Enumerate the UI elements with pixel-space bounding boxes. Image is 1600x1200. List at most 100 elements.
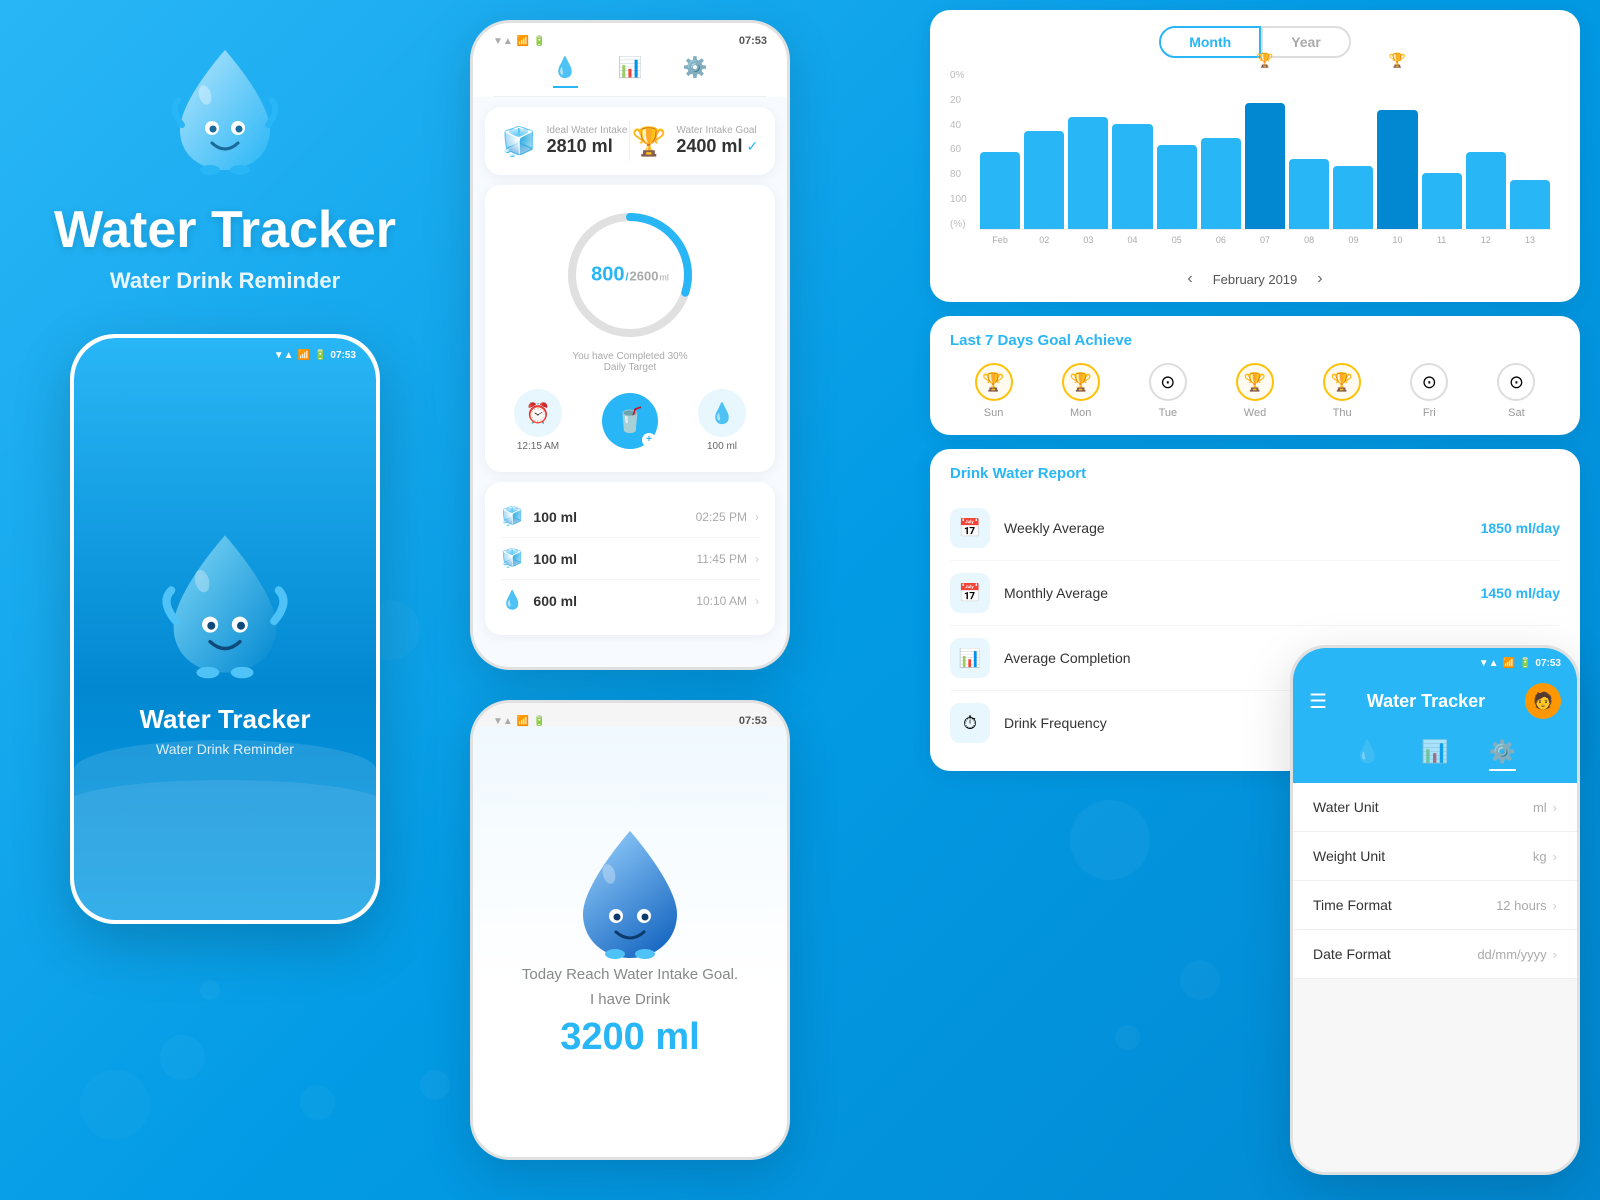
bar-label: 04 [1128, 235, 1138, 245]
settings-nav[interactable]: 💧 📊 ⚙️ [1293, 731, 1577, 783]
bar [1157, 145, 1197, 229]
report-icon: 📅 [950, 573, 990, 613]
settings-content: Water Unitml›Weight Unitkg› Time Format 12… [1293, 783, 1577, 1172]
bottom-mascot [565, 826, 695, 966]
settings-nav-water[interactable]: 💧 [1354, 739, 1381, 771]
settings-header: ☰ Water Tracker 🧑 [1293, 669, 1577, 731]
report-label: Weekly Average [1004, 520, 1481, 536]
settings-time: 07:53 [1535, 658, 1561, 669]
ideal-value: 2810 ml [547, 136, 628, 157]
bottom-phone-container: ▼▲📶🔋 07:53 [470, 700, 790, 1160]
bar [1377, 110, 1417, 229]
chart-area: (%) 100 80 60 40 20 0% Feb0203040506🏆070… [950, 70, 1560, 250]
bar-label: 12 [1481, 235, 1491, 245]
ideal-label: Ideal Water Intake [547, 125, 628, 136]
settings-phone-container: ▼▲📶🔋 07:53 ☰ Water Tracker 🧑 💧 📊 ⚙️ Wate… [1290, 645, 1580, 1175]
settings-nav-chart[interactable]: 📊 [1421, 739, 1448, 771]
nav-settings-icon[interactable]: ⚙️ [682, 55, 707, 88]
day-item: ⊙Fri [1410, 363, 1448, 419]
settings-phone: ▼▲📶🔋 07:53 ☰ Water Tracker 🧑 💧 📊 ⚙️ Wate… [1290, 645, 1580, 1175]
day-item: ⊙Tue [1149, 363, 1187, 419]
main-phone-nav[interactable]: 💧 📊 ⚙️ [493, 47, 767, 97]
y-label-40: 40 [950, 120, 974, 131]
progress-ring: 800 / 2600 ml [560, 205, 700, 345]
day-trophy-achieved: 🏆 [975, 363, 1013, 401]
ideal-intake-item: 🧊 Ideal Water Intake 2810 ml [502, 125, 628, 158]
day-label: Thu [1333, 407, 1352, 419]
left-panel: Water Tracker Water Drink Reminder ▼▲ 📶 … [0, 0, 450, 1200]
goal-text: Today Reach Water Intake Goal. [522, 966, 738, 983]
settings-avatar[interactable]: 🧑 [1525, 683, 1561, 719]
chart-next-btn[interactable]: › [1317, 270, 1322, 288]
tab-month[interactable]: Month [1159, 26, 1261, 58]
log-item-3[interactable]: 💧 600 ml 10:10 AM › [501, 580, 759, 621]
report-item: 📅Monthly Average1450 ml/day [950, 561, 1560, 626]
bar-label: 13 [1525, 235, 1535, 245]
settings-item[interactable]: Weight Unitkg› [1293, 832, 1577, 881]
settings-item[interactable]: Water Unitml› [1293, 783, 1577, 832]
settings-item-label: Time Format [1313, 897, 1392, 913]
main-phone: ▼▲📶🔋 07:53 💧 📊 ⚙️ 🧊 Ideal Water Intake 2… [470, 20, 790, 670]
bar-label: 05 [1172, 235, 1182, 245]
bar-item: 🏆10 [1377, 70, 1417, 229]
day-item: 🏆Thu [1323, 363, 1361, 419]
bar-item: 08 [1289, 70, 1329, 229]
settings-item-label: Water Unit [1313, 799, 1379, 815]
main-phone-status: ▼▲📶🔋 07:53 [473, 23, 787, 47]
add-cup-button[interactable]: 🥤 + [602, 393, 658, 449]
bar-item: 12 [1466, 70, 1506, 229]
goal-text2: I have Drink [590, 991, 670, 1008]
settings-item-label: Date Format [1313, 946, 1391, 962]
chart-nav: ‹ February 2019 › [950, 270, 1560, 288]
bar-label: 11 [1437, 235, 1446, 245]
report-item: 📅Weekly Average1850 ml/day [950, 496, 1560, 561]
day-item: ⊙Sat [1497, 363, 1535, 419]
log-icon-3: 💧 [501, 590, 523, 611]
bar [1201, 138, 1241, 229]
trophy-intake-icon: 🏆 [632, 125, 667, 158]
chart-tabs[interactable]: Month Year [950, 26, 1560, 58]
y-label-0: (%) [950, 219, 974, 230]
bar [980, 152, 1020, 229]
day-item: 🏆Wed [1236, 363, 1274, 419]
cup-amount-action[interactable]: 💧 100 ml [698, 389, 746, 452]
main-phone-time: 07:53 [739, 35, 767, 47]
log-item-1[interactable]: 🧊 100 ml 02:25 PM › [501, 496, 759, 538]
bar [1333, 166, 1373, 229]
log-chevron-2: › [755, 552, 759, 566]
settings-item-value: dd/mm/yyyy› [1477, 947, 1557, 962]
bottom-phone: ▼▲📶🔋 07:53 [470, 700, 790, 1160]
left-phone-time: 07:53 [330, 350, 356, 361]
chart-prev-btn[interactable]: ‹ [1187, 270, 1192, 288]
log-item-2[interactable]: 🧊 100 ml 11:45 PM › [501, 538, 759, 580]
bar-label: Feb [992, 235, 1008, 245]
nav-chart-icon[interactable]: 📊 [618, 55, 643, 88]
log-time-1: 02:25 PM [696, 510, 747, 524]
bar-item: 06 [1201, 70, 1241, 229]
bar-item: 11 [1422, 70, 1462, 229]
tab-year[interactable]: Year [1261, 26, 1351, 58]
settings-item[interactable]: Time Format 12 hours› [1293, 881, 1577, 930]
report-label: Monthly Average [1004, 585, 1481, 601]
chart-y-labels: (%) 100 80 60 40 20 0% [950, 70, 980, 230]
bar-label: 06 [1216, 235, 1226, 245]
day-trophy-empty: ⊙ [1497, 363, 1535, 401]
settings-item-label: Weight Unit [1313, 848, 1385, 864]
settings-nav-gear[interactable]: ⚙️ [1489, 739, 1516, 771]
settings-item-value: 12 hours› [1496, 898, 1557, 913]
trophy-icon: 🏆 [1256, 52, 1273, 69]
bar-label: 03 [1083, 235, 1093, 245]
ring-total: 2600 [630, 269, 659, 284]
bar-label: 10 [1392, 235, 1402, 245]
alarm-action[interactable]: ⏰ 12:15 AM [514, 389, 562, 452]
settings-status-bar: ▼▲📶🔋 07:53 [1293, 648, 1577, 669]
hamburger-icon[interactable]: ☰ [1309, 689, 1327, 714]
nav-water-icon[interactable]: 💧 [553, 55, 578, 88]
cup-amount-label: 100 ml [707, 441, 737, 452]
bar [1466, 152, 1506, 229]
log-amount-1: 100 ml [533, 509, 695, 525]
bar [1245, 103, 1285, 229]
days-title: Last 7 Days Goal Achieve [950, 332, 1560, 349]
settings-item[interactable]: Date Format dd/mm/yyyy› [1293, 930, 1577, 979]
goal-label: Water Intake Goal [676, 125, 758, 136]
